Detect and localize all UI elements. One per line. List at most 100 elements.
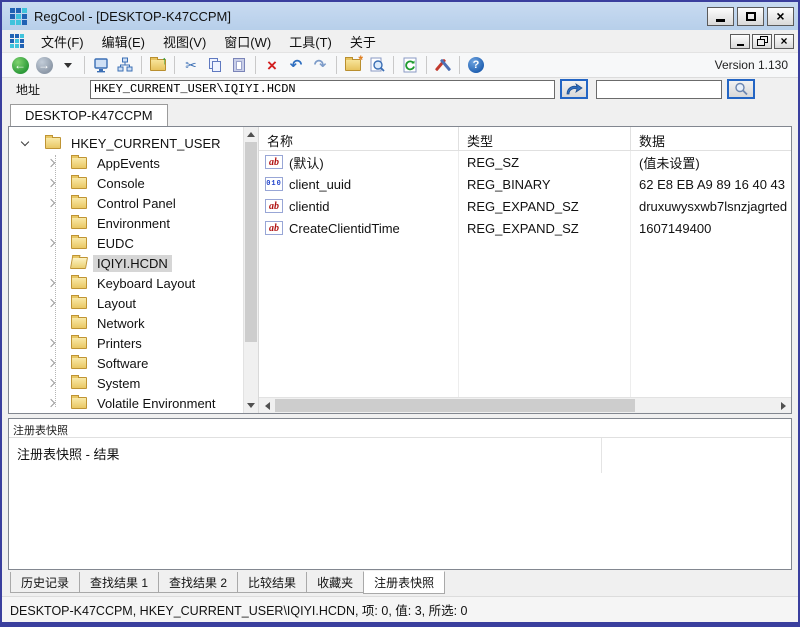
- tree-item-volatile-environment[interactable]: Volatile Environment: [9, 393, 243, 413]
- folder-icon: [45, 137, 61, 149]
- regcool-app-icon: [10, 8, 27, 25]
- registry-value-row[interactable]: CreateClientidTimeREG_EXPAND_SZ160714940…: [259, 217, 791, 239]
- tree-item-printers[interactable]: Printers: [9, 333, 243, 353]
- registry-value-row[interactable]: client_uuidREG_BINARY62 E8 EB A9 89 16 4…: [259, 173, 791, 195]
- tree-item-system[interactable]: System: [9, 373, 243, 393]
- folder-icon: [71, 377, 87, 389]
- minimize-button[interactable]: [707, 7, 734, 26]
- chevron-right-icon[interactable]: [43, 275, 59, 291]
- scroll-down-button[interactable]: [244, 398, 258, 413]
- search-input[interactable]: [596, 80, 722, 99]
- maximize-button[interactable]: [737, 7, 764, 26]
- scroll-track[interactable]: [275, 398, 775, 413]
- chevron-right-icon[interactable]: [43, 195, 59, 211]
- window-title: RegCool - [DESKTOP-K47CCPM]: [34, 9, 707, 24]
- address-input[interactable]: [90, 80, 555, 99]
- menu-about[interactable]: 关于: [341, 30, 385, 53]
- bottom-tab-find1[interactable]: 查找结果 1: [79, 572, 159, 593]
- import-button[interactable]: ↑: [146, 54, 170, 76]
- tree-item-keyboard-layout[interactable]: Keyboard Layout: [9, 273, 243, 293]
- tree-item-eudc[interactable]: EUDC: [9, 233, 243, 253]
- chevron-right-icon[interactable]: [43, 335, 59, 351]
- close-button[interactable]: ×: [767, 7, 794, 26]
- chevron-right-icon[interactable]: [43, 235, 59, 251]
- tree-item-software[interactable]: Software: [9, 353, 243, 373]
- options-button[interactable]: [431, 54, 455, 76]
- help-button[interactable]: ?: [464, 54, 488, 76]
- tree-item-control-panel[interactable]: Control Panel: [9, 193, 243, 213]
- new-key-button[interactable]: *: [341, 54, 365, 76]
- registry-value-row[interactable]: clientidREG_EXPAND_SZdruxuwysxwb7lsnzjag…: [259, 195, 791, 217]
- redo-button[interactable]: ↷: [308, 54, 332, 76]
- column-header-data[interactable]: 数据: [631, 127, 791, 150]
- bottom-tab-snapshot[interactable]: 注册表快照: [363, 571, 445, 594]
- connect-computer-button[interactable]: [89, 54, 113, 76]
- scroll-right-button[interactable]: [775, 398, 791, 414]
- registry-tree: HKEY_CURRENT_USERAppEventsConsoleControl…: [9, 127, 243, 413]
- scroll-track[interactable]: [244, 142, 258, 398]
- snapshot-panel: 注册表快照 注册表快照 - 结果: [8, 418, 792, 570]
- cut-button[interactable]: ✂: [179, 54, 203, 76]
- values-hscrollbar[interactable]: [259, 397, 791, 413]
- scroll-left-button[interactable]: [259, 398, 275, 414]
- tree-item-layout[interactable]: Layout: [9, 293, 243, 313]
- find-button[interactable]: [365, 54, 389, 76]
- tree-scrollbar[interactable]: [243, 127, 258, 413]
- history-dropdown-button[interactable]: [56, 54, 80, 76]
- tree-item-environment[interactable]: Environment: [9, 213, 243, 233]
- chevron-right-icon[interactable]: [43, 395, 59, 411]
- bottom-tab-compare[interactable]: 比较结果: [237, 572, 307, 593]
- menu-edit[interactable]: 编辑(E): [93, 30, 154, 53]
- refresh-button[interactable]: [398, 54, 422, 76]
- delete-button[interactable]: ×: [260, 54, 284, 76]
- connect-network-button[interactable]: [113, 54, 137, 76]
- forward-button[interactable]: →: [32, 54, 56, 76]
- folder-icon: [71, 237, 87, 249]
- toolbar-separator: [174, 56, 175, 74]
- undo-button[interactable]: ↶: [284, 54, 308, 76]
- value-name: clientid: [289, 199, 329, 214]
- snapshot-result-item[interactable]: 注册表快照 - 结果: [9, 438, 791, 463]
- chevron-right-icon[interactable]: [43, 175, 59, 191]
- menu-view[interactable]: 视图(V): [154, 30, 215, 53]
- back-button[interactable]: ←: [8, 54, 32, 76]
- chevron-right-icon[interactable]: [43, 355, 59, 371]
- copy-button[interactable]: [203, 54, 227, 76]
- back-icon: ←: [12, 57, 29, 74]
- menu-file[interactable]: 文件(F): [32, 30, 93, 53]
- chevron-right-icon[interactable]: [43, 155, 59, 171]
- mdi-minimize-button[interactable]: [730, 34, 750, 49]
- chevron-down-icon[interactable]: [17, 135, 33, 151]
- tree-item-hkey-current-user[interactable]: HKEY_CURRENT_USER: [9, 133, 243, 153]
- scroll-thumb[interactable]: [275, 399, 635, 412]
- menu-tools[interactable]: 工具(T): [280, 30, 341, 53]
- tree-item-console[interactable]: Console: [9, 173, 243, 193]
- new-key-folder-icon: *: [345, 59, 361, 71]
- scroll-up-button[interactable]: [244, 127, 258, 142]
- menu-window[interactable]: 窗口(W): [215, 30, 280, 53]
- search-button[interactable]: [727, 79, 755, 99]
- tree-item-label: IQIYI.HCDN: [93, 255, 172, 272]
- session-tab[interactable]: DESKTOP-K47CCPM: [10, 104, 168, 126]
- bottom-tab-history[interactable]: 历史记录: [10, 572, 80, 593]
- column-header-name[interactable]: 名称: [259, 127, 459, 150]
- bottom-tab-favorites[interactable]: 收藏夹: [306, 572, 364, 593]
- folder-icon: [71, 177, 87, 189]
- mdi-close-button[interactable]: ×: [774, 34, 794, 49]
- tree-item-network[interactable]: Network: [9, 313, 243, 333]
- registry-value-row[interactable]: (默认)REG_SZ(值未设置): [259, 151, 791, 173]
- chevron-right-icon[interactable]: [43, 295, 59, 311]
- status-text: DESKTOP-K47CCPM, HKEY_CURRENT_USER\IQIYI…: [10, 600, 468, 619]
- mdi-restore-button[interactable]: [752, 34, 772, 49]
- column-header-type[interactable]: 类型: [459, 127, 631, 150]
- tree-item-iqiyi-hcdn[interactable]: IQIYI.HCDN: [9, 253, 243, 273]
- go-button[interactable]: [560, 79, 588, 99]
- chevron-right-icon[interactable]: [43, 375, 59, 391]
- toolbar-separator: [84, 56, 85, 74]
- scroll-thumb[interactable]: [245, 142, 257, 342]
- folder-icon: [71, 317, 87, 329]
- bottom-tab-find2[interactable]: 查找结果 2: [158, 572, 238, 593]
- tree-item-appevents[interactable]: AppEvents: [9, 153, 243, 173]
- paste-button[interactable]: [227, 54, 251, 76]
- tree-item-label: Software: [93, 355, 152, 372]
